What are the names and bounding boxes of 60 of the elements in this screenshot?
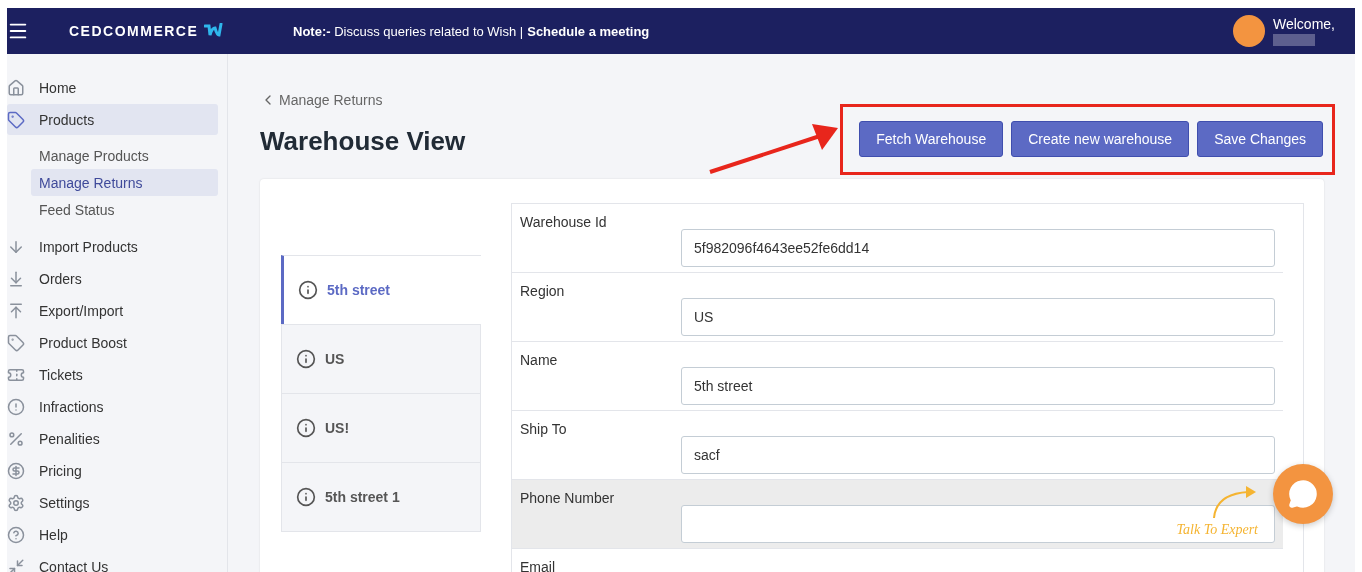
input-field[interactable]: 5f982096f4643ee52fe6dd14	[681, 229, 1275, 267]
sidebar-subitem[interactable]: Manage Products	[31, 142, 218, 169]
nav-icon	[7, 493, 25, 512]
sidebar-item[interactable]: Pricing	[7, 455, 218, 486]
action-button[interactable]: Fetch Warehouse	[859, 121, 1004, 157]
note-text: Note:- Discuss queries related to Wish |	[293, 23, 524, 39]
sidebar-subitem[interactable]: Manage Returns	[31, 169, 218, 196]
nav-icon	[7, 557, 25, 572]
warehouse-tab[interactable]: US!	[281, 393, 481, 463]
nav-icon	[7, 269, 25, 288]
field-label: Name	[520, 352, 559, 370]
action-button[interactable]: Create new warehouse	[1011, 121, 1190, 157]
sidebar-item[interactable]: Import Products	[7, 231, 218, 262]
page-title: Warehouse View	[260, 126, 466, 157]
nav-icon	[7, 78, 25, 97]
info-icon	[296, 418, 316, 438]
nav-icon	[7, 429, 25, 448]
field-label: Email	[520, 559, 556, 572]
sidebar-item[interactable]: Help	[7, 519, 218, 550]
action-button[interactable]: Save Changes	[1197, 121, 1323, 157]
info-icon	[296, 487, 316, 507]
input-field[interactable]: US	[681, 298, 1275, 336]
welcome-text: Welcome,	[1273, 16, 1335, 32]
sidebar-item[interactable]: Home	[7, 72, 218, 103]
nav-icon	[7, 397, 25, 416]
nav-icon	[7, 461, 25, 480]
avatar[interactable]	[1233, 15, 1265, 47]
talk-to-expert-caption: Talk To Expert	[1176, 522, 1258, 538]
info-icon	[296, 349, 316, 369]
logo-text: CEDCOMMERCE	[69, 23, 199, 39]
sidebar-item[interactable]: Tickets	[7, 359, 218, 390]
warehouse-tab[interactable]: 5th street	[281, 255, 481, 325]
blurred-username	[1273, 34, 1315, 46]
sidebar-item[interactable]: Contact Us	[7, 551, 218, 572]
schedule-link[interactable]: Schedule a meeting	[527, 23, 650, 39]
warehouse-tab[interactable]: US	[281, 324, 481, 394]
speech-bubble-icon	[1288, 479, 1318, 509]
field-label: Phone Number	[520, 490, 616, 508]
sidebar-item[interactable]: Infractions	[7, 391, 218, 422]
input-field[interactable]: sacf	[681, 436, 1275, 474]
sidebar-item[interactable]: Product Boost	[7, 327, 218, 358]
back-link[interactable]: Manage Returns	[260, 92, 383, 108]
field-label: Warehouse Id	[520, 214, 608, 232]
info-icon	[298, 280, 318, 300]
input-field[interactable]: 5th street	[681, 367, 1275, 405]
curved-arrow	[1210, 484, 1258, 520]
field-label: Region	[520, 283, 566, 301]
warehouse-tab[interactable]: 5th street 1	[281, 462, 481, 532]
nav-icon	[7, 110, 25, 129]
nav-icon	[7, 301, 25, 320]
field-label: Ship To	[520, 421, 568, 439]
nav-icon	[7, 525, 25, 544]
input-field[interactable]	[681, 505, 1275, 543]
sidebar-item[interactable]: Orders	[7, 263, 218, 294]
nav-icon	[7, 333, 25, 352]
sidebar-item[interactable]: Products	[7, 104, 218, 135]
sidebar-item[interactable]: Settings	[7, 487, 218, 518]
sidebar-item[interactable]: Export/Import	[7, 295, 218, 326]
sidebar-item[interactable]: Penalities	[7, 423, 218, 454]
sidebar-subitem[interactable]: Feed Status	[31, 196, 218, 223]
